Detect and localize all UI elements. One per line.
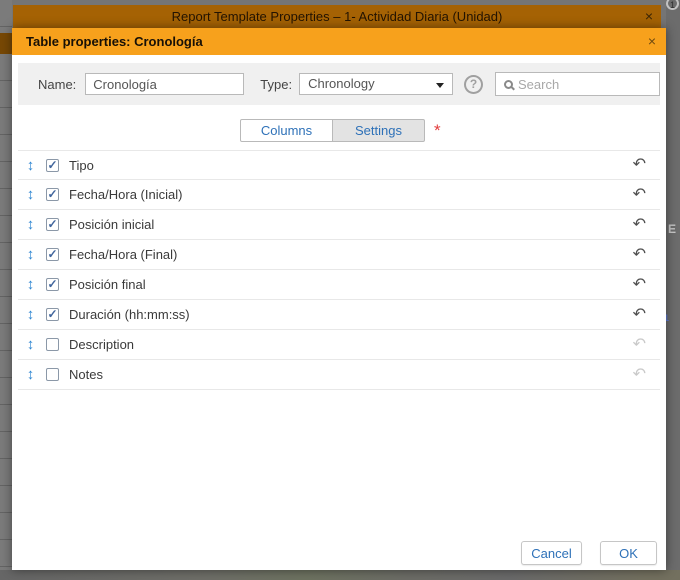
properties-toolbar: Name: Type: Chronology ? [18, 63, 660, 105]
row-checkbox[interactable]: ✓ [46, 308, 59, 321]
row-label: Duración (hh:mm:ss) [69, 307, 633, 322]
name-label: Name: [38, 77, 76, 92]
close-icon[interactable]: × [648, 33, 656, 49]
row-label: Notes [69, 367, 633, 382]
row-checkbox[interactable]: ✓ [46, 218, 59, 231]
drag-handle-icon[interactable]: ↕ [23, 246, 38, 263]
tab-columns[interactable]: Columns [240, 119, 333, 142]
cancel-button[interactable]: Cancel [521, 541, 582, 565]
search-box[interactable] [495, 72, 660, 96]
name-input[interactable] [85, 73, 244, 95]
row-label: Posición final [69, 277, 633, 292]
background-map-letter: E [668, 222, 676, 236]
table-row: ↕ ✓ Fecha/Hora (Final) ↶ [18, 240, 660, 270]
row-label: Fecha/Hora (Inicial) [69, 187, 633, 202]
help-icon[interactable]: ? [464, 75, 483, 94]
undo-icon[interactable]: ↶ [633, 307, 646, 323]
drag-handle-icon[interactable]: ↕ [23, 216, 38, 233]
row-label: Description [69, 337, 633, 352]
search-input[interactable] [518, 77, 659, 92]
table-row: ↕ Notes ↶ [18, 360, 660, 390]
type-select-value: Chronology [300, 74, 452, 94]
table-row: ↕ ✓ Duración (hh:mm:ss) ↶ [18, 300, 660, 330]
undo-icon[interactable]: ↶ [633, 247, 646, 263]
row-checkbox[interactable]: ✓ [46, 188, 59, 201]
table-row: ↕ Description ↶ [18, 330, 660, 360]
background-orange-element [0, 33, 12, 54]
dialog-footer: Cancel OK [521, 541, 657, 565]
table-properties-dialog: Table properties: Cronología × Name: Typ… [12, 28, 666, 570]
row-label: Fecha/Hora (Final) [69, 247, 633, 262]
outer-close-icon[interactable]: × [645, 8, 653, 24]
required-marker: * [434, 119, 441, 142]
table-row: ↕ ✓ Posición inicial ↶ [18, 210, 660, 240]
background-table-strip [0, 0, 12, 580]
drag-handle-icon[interactable]: ↕ [23, 157, 38, 174]
drag-handle-icon[interactable]: ↕ [23, 306, 38, 323]
row-checkbox[interactable]: ✓ [46, 278, 59, 291]
undo-icon[interactable]: ↶ [633, 367, 646, 383]
row-checkbox[interactable]: ✓ [46, 159, 59, 172]
tab-settings[interactable]: Settings [332, 119, 425, 142]
type-label: Type: [260, 77, 292, 92]
drag-handle-icon[interactable]: ↕ [23, 276, 38, 293]
search-icon [504, 80, 513, 89]
table-row: ↕ ✓ Fecha/Hora (Inicial) ↶ [18, 180, 660, 210]
background-map-bottom [0, 570, 680, 580]
row-label: Posición inicial [69, 217, 633, 232]
undo-icon[interactable]: ↶ [633, 277, 646, 293]
tab-group: Columns Settings * [240, 119, 441, 142]
drag-handle-icon[interactable]: ↕ [23, 186, 38, 203]
dialog-title: Table properties: Cronología [12, 34, 203, 49]
outer-dialog-titlebar: Report Template Properties – 1- Activida… [13, 5, 661, 28]
ok-button[interactable]: OK [600, 541, 657, 565]
background-map-strip [666, 0, 680, 580]
drag-handle-icon[interactable]: ↕ [23, 336, 38, 353]
table-row: ↕ ✓ Posición final ↶ [18, 270, 660, 300]
undo-icon[interactable]: ↶ [633, 217, 646, 233]
drag-handle-icon[interactable]: ↕ [23, 366, 38, 383]
type-select[interactable]: Chronology [299, 73, 453, 95]
undo-icon[interactable]: ↶ [633, 337, 646, 353]
row-label: Tipo [69, 158, 633, 173]
row-checkbox[interactable] [46, 338, 59, 351]
outer-dialog-title: Report Template Properties – 1- Activida… [172, 9, 503, 24]
dialog-titlebar: Table properties: Cronología × [12, 28, 666, 55]
column-list: ↕ ✓ Tipo ↶ ↕ ✓ Fecha/Hora (Inicial) ↶ ↕ … [18, 150, 660, 390]
row-checkbox[interactable]: ✓ [46, 248, 59, 261]
table-row: ↕ ✓ Tipo ↶ [18, 150, 660, 180]
row-checkbox[interactable] [46, 368, 59, 381]
chevron-down-icon [436, 83, 444, 88]
undo-icon[interactable]: ↶ [633, 157, 646, 173]
undo-icon[interactable]: ↶ [633, 187, 646, 203]
